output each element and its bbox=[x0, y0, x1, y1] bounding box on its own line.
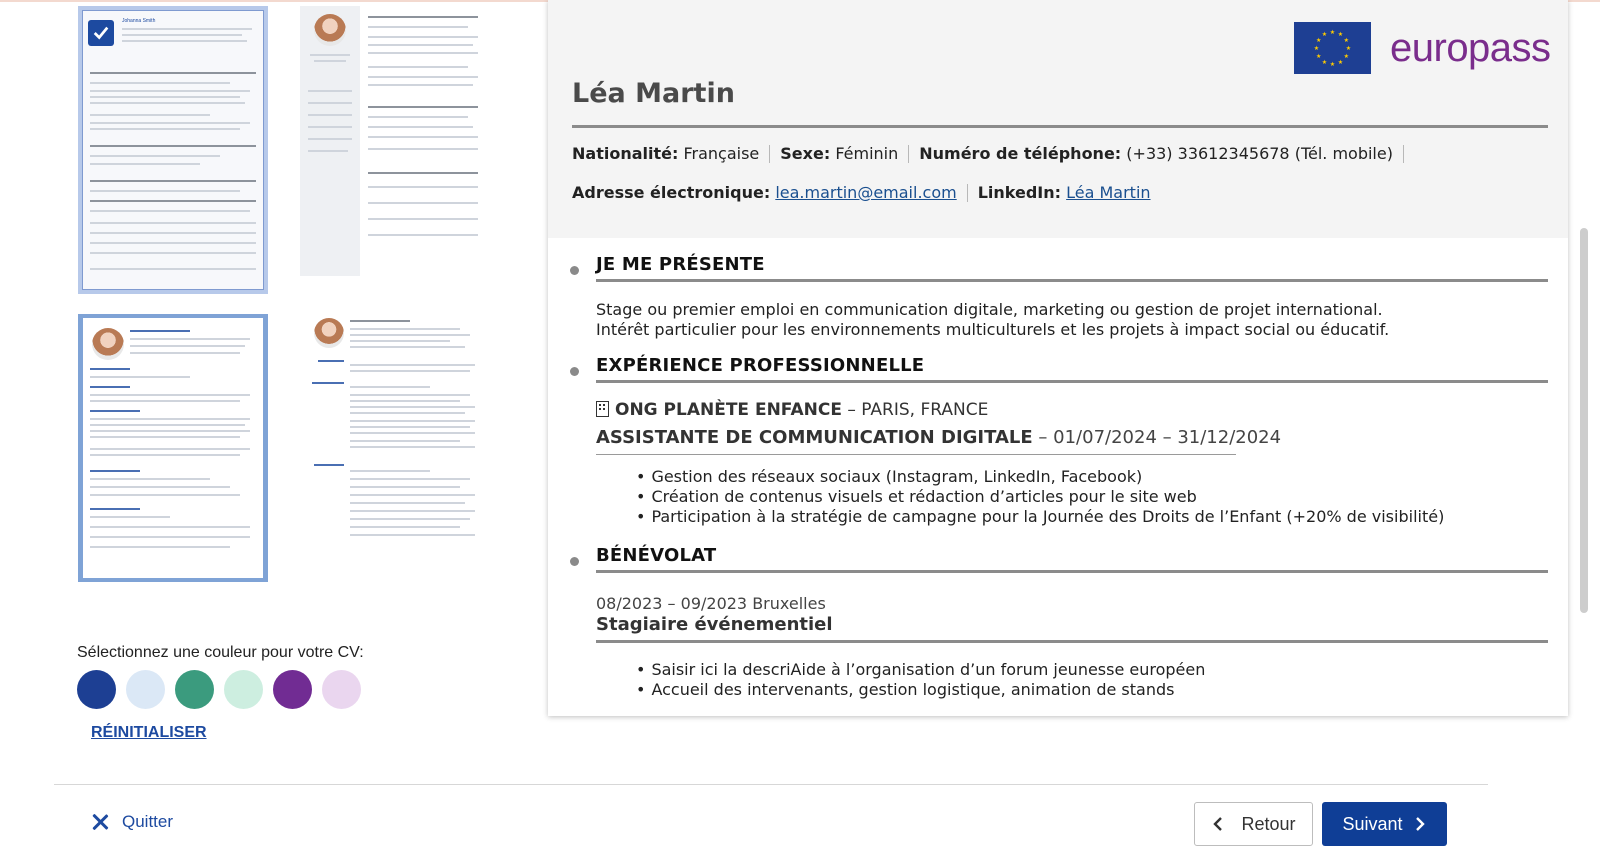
template-thumbnail-4[interactable] bbox=[300, 314, 485, 584]
volunteer-bullets: Saisir ici la descriAide à l’organisatio… bbox=[636, 660, 1205, 700]
preview-scrollbar[interactable] bbox=[1580, 228, 1588, 613]
eu-star-icon: ★ bbox=[1316, 53, 1321, 60]
selected-check-icon bbox=[88, 20, 114, 46]
color-swatch-green[interactable] bbox=[175, 670, 214, 709]
thumb-name: Johanna Smith bbox=[122, 18, 156, 24]
section-bullet-icon bbox=[570, 266, 579, 275]
email-label: Adresse électronique: bbox=[572, 183, 771, 202]
experience-job-line: ASSISTANTE DE COMMUNICATION DIGITALE – 0… bbox=[596, 427, 1281, 448]
experience-job-title: ASSISTANTE DE COMMUNICATION DIGITALE bbox=[596, 427, 1033, 448]
sex-value: Féminin bbox=[835, 144, 899, 163]
next-button[interactable]: Suivant bbox=[1322, 802, 1447, 846]
eu-star-icon: ★ bbox=[1344, 37, 1349, 44]
template-thumbnail-2[interactable] bbox=[300, 6, 485, 276]
section-bullet-icon bbox=[570, 557, 579, 566]
color-swatches bbox=[77, 670, 361, 709]
volunteer-dates: 08/2023 – 09/2023 Bruxelles bbox=[596, 594, 826, 613]
experience-org: ONG PLANÈTE ENFANCE bbox=[615, 400, 842, 420]
footer-divider bbox=[54, 784, 1488, 785]
email-link[interactable]: lea.martin@email.com bbox=[775, 183, 956, 202]
color-swatch-dark-blue[interactable] bbox=[77, 670, 116, 709]
cv-info-row-1: Nationalité: Française Sexe: Féminin Num… bbox=[572, 144, 1414, 163]
about-title: JE ME PRÉSENTE bbox=[596, 254, 765, 275]
color-swatch-purple[interactable] bbox=[273, 670, 312, 709]
next-label: Suivant bbox=[1342, 813, 1403, 834]
experience-title: EXPÉRIENCE PROFESSIONNELLE bbox=[596, 355, 925, 376]
color-picker-label: Sélectionnez une couleur pour votre CV: bbox=[77, 644, 364, 661]
eu-star-icon: ★ bbox=[1314, 45, 1319, 52]
europass-logo: europass bbox=[1390, 26, 1551, 70]
color-swatch-lavender[interactable] bbox=[322, 670, 361, 709]
eu-star-icon: ★ bbox=[1330, 29, 1335, 36]
experience-divider bbox=[596, 380, 1548, 383]
list-item: Gestion des réseaux sociaux (Instagram, … bbox=[636, 467, 1444, 487]
quit-button[interactable]: Quitter bbox=[92, 812, 173, 832]
thumb-avatar bbox=[314, 14, 346, 46]
eu-flag-icon: ★ ★ ★ ★ ★ ★ ★ ★ ★ ★ ★ ★ bbox=[1294, 22, 1371, 74]
chevron-right-icon bbox=[1415, 817, 1425, 831]
cv-name: Léa Martin bbox=[572, 78, 735, 109]
linkedin-link[interactable]: Léa Martin bbox=[1066, 183, 1150, 202]
cv-preview: ★ ★ ★ ★ ★ ★ ★ ★ ★ ★ ★ ★ europass Léa Martin Nationa… bbox=[548, 0, 1568, 716]
volunteer-role-line: Stagiaire événementiel bbox=[596, 614, 833, 635]
list-item: Création de contenus visuels et rédactio… bbox=[636, 487, 1444, 507]
list-item: Accueil des intervenants, gestion logist… bbox=[636, 680, 1205, 700]
linkedin-label: LinkedIn: bbox=[977, 183, 1062, 202]
nationality-label: Nationalité: bbox=[572, 144, 679, 163]
volunteer-role-divider bbox=[596, 640, 1548, 643]
cv-info-row-2: Adresse électronique: lea.martin@email.c… bbox=[572, 183, 1151, 202]
volunteer-title: BÉNÉVOLAT bbox=[596, 545, 717, 566]
list-item: Saisir ici la descriAide à l’organisatio… bbox=[636, 660, 1205, 680]
eu-star-icon: ★ bbox=[1322, 31, 1327, 38]
back-button[interactable]: Retour bbox=[1194, 802, 1313, 846]
list-item: Participation à la stratégie de campagne… bbox=[636, 507, 1444, 527]
experience-dates: – 01/07/2024 – 31/12/2024 bbox=[1038, 427, 1282, 448]
template-thumbnail-3[interactable] bbox=[78, 314, 268, 582]
experience-location: – PARIS, FRANCE bbox=[847, 400, 989, 420]
eu-star-icon: ★ bbox=[1346, 45, 1351, 52]
thumb-avatar bbox=[92, 328, 124, 360]
eu-star-icon: ★ bbox=[1330, 61, 1335, 68]
volunteer-divider bbox=[596, 570, 1548, 573]
phone-value: (+33) 33612345678 (Tél. mobile) bbox=[1126, 144, 1393, 163]
experience-org-line: ONG PLANÈTE ENFANCE – PARIS, FRANCE bbox=[596, 400, 988, 420]
color-swatch-light-blue[interactable] bbox=[126, 670, 165, 709]
about-divider bbox=[596, 279, 1548, 282]
eu-star-icon: ★ bbox=[1338, 31, 1343, 38]
close-icon bbox=[92, 814, 108, 830]
quit-label: Quitter bbox=[122, 812, 174, 831]
building-icon bbox=[596, 401, 609, 417]
template-thumbnail-1[interactable]: Johanna Smith bbox=[78, 6, 268, 294]
thumb-avatar bbox=[314, 318, 344, 348]
reset-link[interactable]: RÉINITIALISER bbox=[91, 724, 207, 742]
name-divider bbox=[572, 125, 1548, 128]
about-line-2: Intérêt particulier pour les environneme… bbox=[596, 320, 1390, 339]
eu-star-icon: ★ bbox=[1344, 53, 1349, 60]
color-swatch-mint[interactable] bbox=[224, 670, 263, 709]
section-bullet-icon bbox=[570, 367, 579, 376]
eu-star-icon: ★ bbox=[1338, 59, 1343, 66]
eu-star-icon: ★ bbox=[1322, 59, 1327, 66]
sex-label: Sexe: bbox=[780, 144, 831, 163]
eu-star-icon: ★ bbox=[1316, 37, 1321, 44]
back-label: Retour bbox=[1241, 813, 1296, 834]
job-underline bbox=[596, 454, 1236, 455]
experience-bullets: Gestion des réseaux sociaux (Instagram, … bbox=[636, 467, 1444, 527]
phone-label: Numéro de téléphone: bbox=[919, 144, 1122, 163]
volunteer-role: Stagiaire événementiel bbox=[596, 614, 833, 635]
nationality-value: Française bbox=[683, 144, 760, 163]
about-line-1: Stage ou premier emploi en communication… bbox=[596, 300, 1383, 319]
chevron-left-icon bbox=[1213, 817, 1223, 831]
